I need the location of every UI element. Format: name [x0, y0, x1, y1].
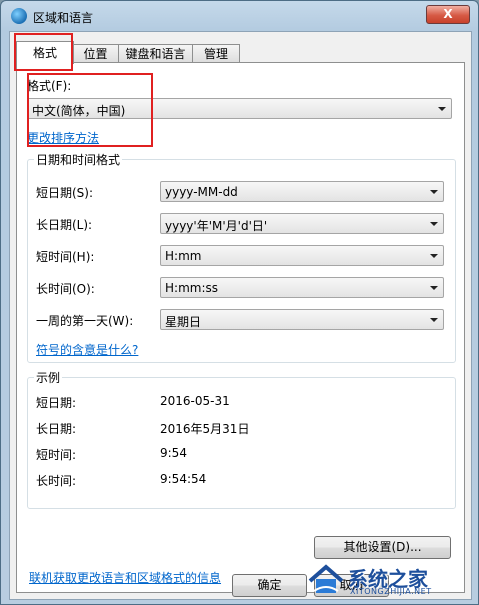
examples-group-title: 示例 — [34, 369, 63, 386]
ok-button[interactable]: 确定 — [232, 574, 307, 597]
globe-icon — [11, 8, 27, 24]
chevron-down-icon — [430, 190, 438, 194]
short-date-label: 短日期(S): — [36, 186, 94, 200]
first-day-label: 一周的第一天(W): — [36, 314, 134, 328]
short-date-value: yyyy-MM-dd — [165, 185, 238, 199]
long-time-value: H:mm:ss — [165, 281, 218, 295]
change-sort-link[interactable]: 更改排序方法 — [27, 129, 99, 146]
window-title: 区域和语言 — [33, 11, 94, 25]
short-date-select[interactable]: yyyy-MM-dd — [160, 181, 444, 202]
format-label: 格式(F): — [27, 79, 72, 93]
title-bar[interactable]: 区域和语言 X — [1, 1, 478, 31]
chevron-down-icon — [430, 254, 438, 258]
first-day-select[interactable]: 星期日 — [160, 309, 444, 330]
datetime-format-group: 日期和时间格式 短日期(S): yyyy-MM-dd 长日期(L): yyyy'… — [27, 151, 456, 363]
watermark-subtext: XITONGZHIJIA.NET — [350, 587, 432, 596]
long-date-value: yyyy'年'M'月'd'日' — [165, 219, 268, 233]
short-time-select[interactable]: H:mm — [160, 245, 444, 266]
house-logo-icon — [308, 564, 344, 593]
tab-keyboard-language[interactable]: 键盘和语言 — [118, 44, 193, 63]
dialog-window: 区域和语言 X 格式 位置 键盘和语言 管理 格式(F): 中文(简体，中国) … — [0, 0, 479, 605]
site-watermark: 系统之家 XITONGZHIJIA.NET — [300, 555, 479, 605]
chevron-down-icon — [430, 286, 438, 290]
long-date-select[interactable]: yyyy'年'M'月'd'日' — [160, 213, 444, 234]
example-short-time-label: 短时间: — [36, 448, 77, 462]
example-short-time-value: 9:54 — [160, 446, 187, 460]
short-time-label: 短时间(H): — [36, 250, 95, 264]
format-select[interactable]: 中文(简体，中国) — [27, 98, 452, 119]
examples-group: 示例 短日期: 2016-05-31 长日期: 2016年5月31日 短时间: … — [27, 369, 456, 509]
example-long-date-value: 2016年5月31日 — [160, 422, 250, 436]
example-short-date-value: 2016-05-31 — [160, 394, 230, 408]
close-button[interactable]: X — [426, 5, 470, 24]
long-time-label: 长时间(O): — [36, 282, 95, 296]
format-panel: 格式(F): 中文(简体，中国) 更改排序方法 日期和时间格式 短日期(S): … — [16, 62, 465, 593]
long-date-label: 长日期(L): — [36, 218, 93, 232]
example-long-time-label: 长时间: — [36, 474, 77, 488]
first-day-value: 星期日 — [165, 315, 202, 329]
short-time-value: H:mm — [165, 249, 202, 263]
example-short-date-label: 短日期: — [36, 396, 77, 410]
format-value: 中文(简体，中国) — [32, 104, 126, 118]
example-long-date-label: 长日期: — [36, 422, 77, 436]
datetime-group-title: 日期和时间格式 — [34, 151, 123, 168]
symbols-meaning-link[interactable]: 符号的含意是什么? — [36, 341, 138, 358]
chevron-down-icon — [438, 107, 446, 111]
tab-admin[interactable]: 管理 — [192, 44, 240, 63]
long-time-select[interactable]: H:mm:ss — [160, 277, 444, 298]
online-info-link[interactable]: 联机获取更改语言和区域格式的信息 — [29, 569, 221, 586]
chevron-down-icon — [430, 222, 438, 226]
chevron-down-icon — [430, 318, 438, 322]
example-long-time-value: 9:54:54 — [160, 472, 207, 486]
dialog-client: 格式 位置 键盘和语言 管理 格式(F): 中文(简体，中国) 更改排序方法 日… — [9, 31, 472, 600]
tab-format[interactable]: 格式 — [16, 41, 74, 64]
tab-location[interactable]: 位置 — [72, 44, 119, 63]
